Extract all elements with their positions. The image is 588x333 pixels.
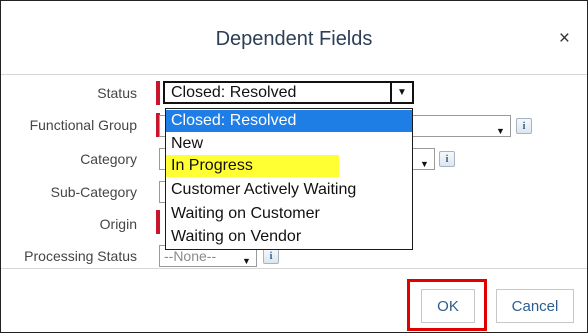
sub-category-label: Sub-Category [50, 184, 137, 200]
processing-status-value: --None-- [164, 248, 217, 264]
cancel-button[interactable]: Cancel [496, 289, 574, 323]
dialog-title: Dependent Fields [215, 28, 373, 50]
required-marker-status [156, 81, 160, 105]
dialog-header: Dependent Fields × [1, 1, 587, 75]
origin-label: Origin [99, 216, 137, 232]
dependent-fields-dialog: Dependent Fields × Status Functional Gro… [0, 0, 588, 333]
functional-group-label: Functional Group [29, 117, 137, 133]
status-select[interactable]: Closed: Resolved ▼ [163, 81, 414, 104]
required-marker-origin [156, 210, 160, 234]
dropdown-option-new[interactable]: New [166, 133, 412, 155]
chevron-down-icon: ▼ [420, 159, 429, 169]
dropdown-option-waiting-on-vendor[interactable]: Waiting on Vendor [166, 226, 412, 248]
processing-status-label: Processing Status [24, 248, 137, 264]
status-dropdown-list: Closed: Resolved New In Progress Custome… [165, 108, 413, 250]
info-icon[interactable]: i [516, 118, 532, 134]
chevron-down-icon: ▼ [496, 126, 505, 136]
info-icon[interactable]: i [439, 151, 455, 167]
status-select-value: Closed: Resolved [171, 84, 297, 101]
category-label: Category [80, 151, 137, 167]
dropdown-option-customer-actively-waiting[interactable]: Customer Actively Waiting [166, 179, 412, 201]
ok-button[interactable]: OK [421, 289, 475, 323]
close-icon[interactable]: × [559, 29, 570, 48]
dropdown-option-closed-resolved[interactable]: Closed: Resolved [166, 110, 412, 132]
chevron-down-icon[interactable]: ▼ [390, 81, 414, 104]
dropdown-option-waiting-on-customer[interactable]: Waiting on Customer [166, 203, 412, 225]
info-icon[interactable]: i [263, 248, 279, 264]
status-label: Status [97, 85, 137, 101]
dropdown-option-in-progress[interactable]: In Progress [166, 155, 339, 177]
